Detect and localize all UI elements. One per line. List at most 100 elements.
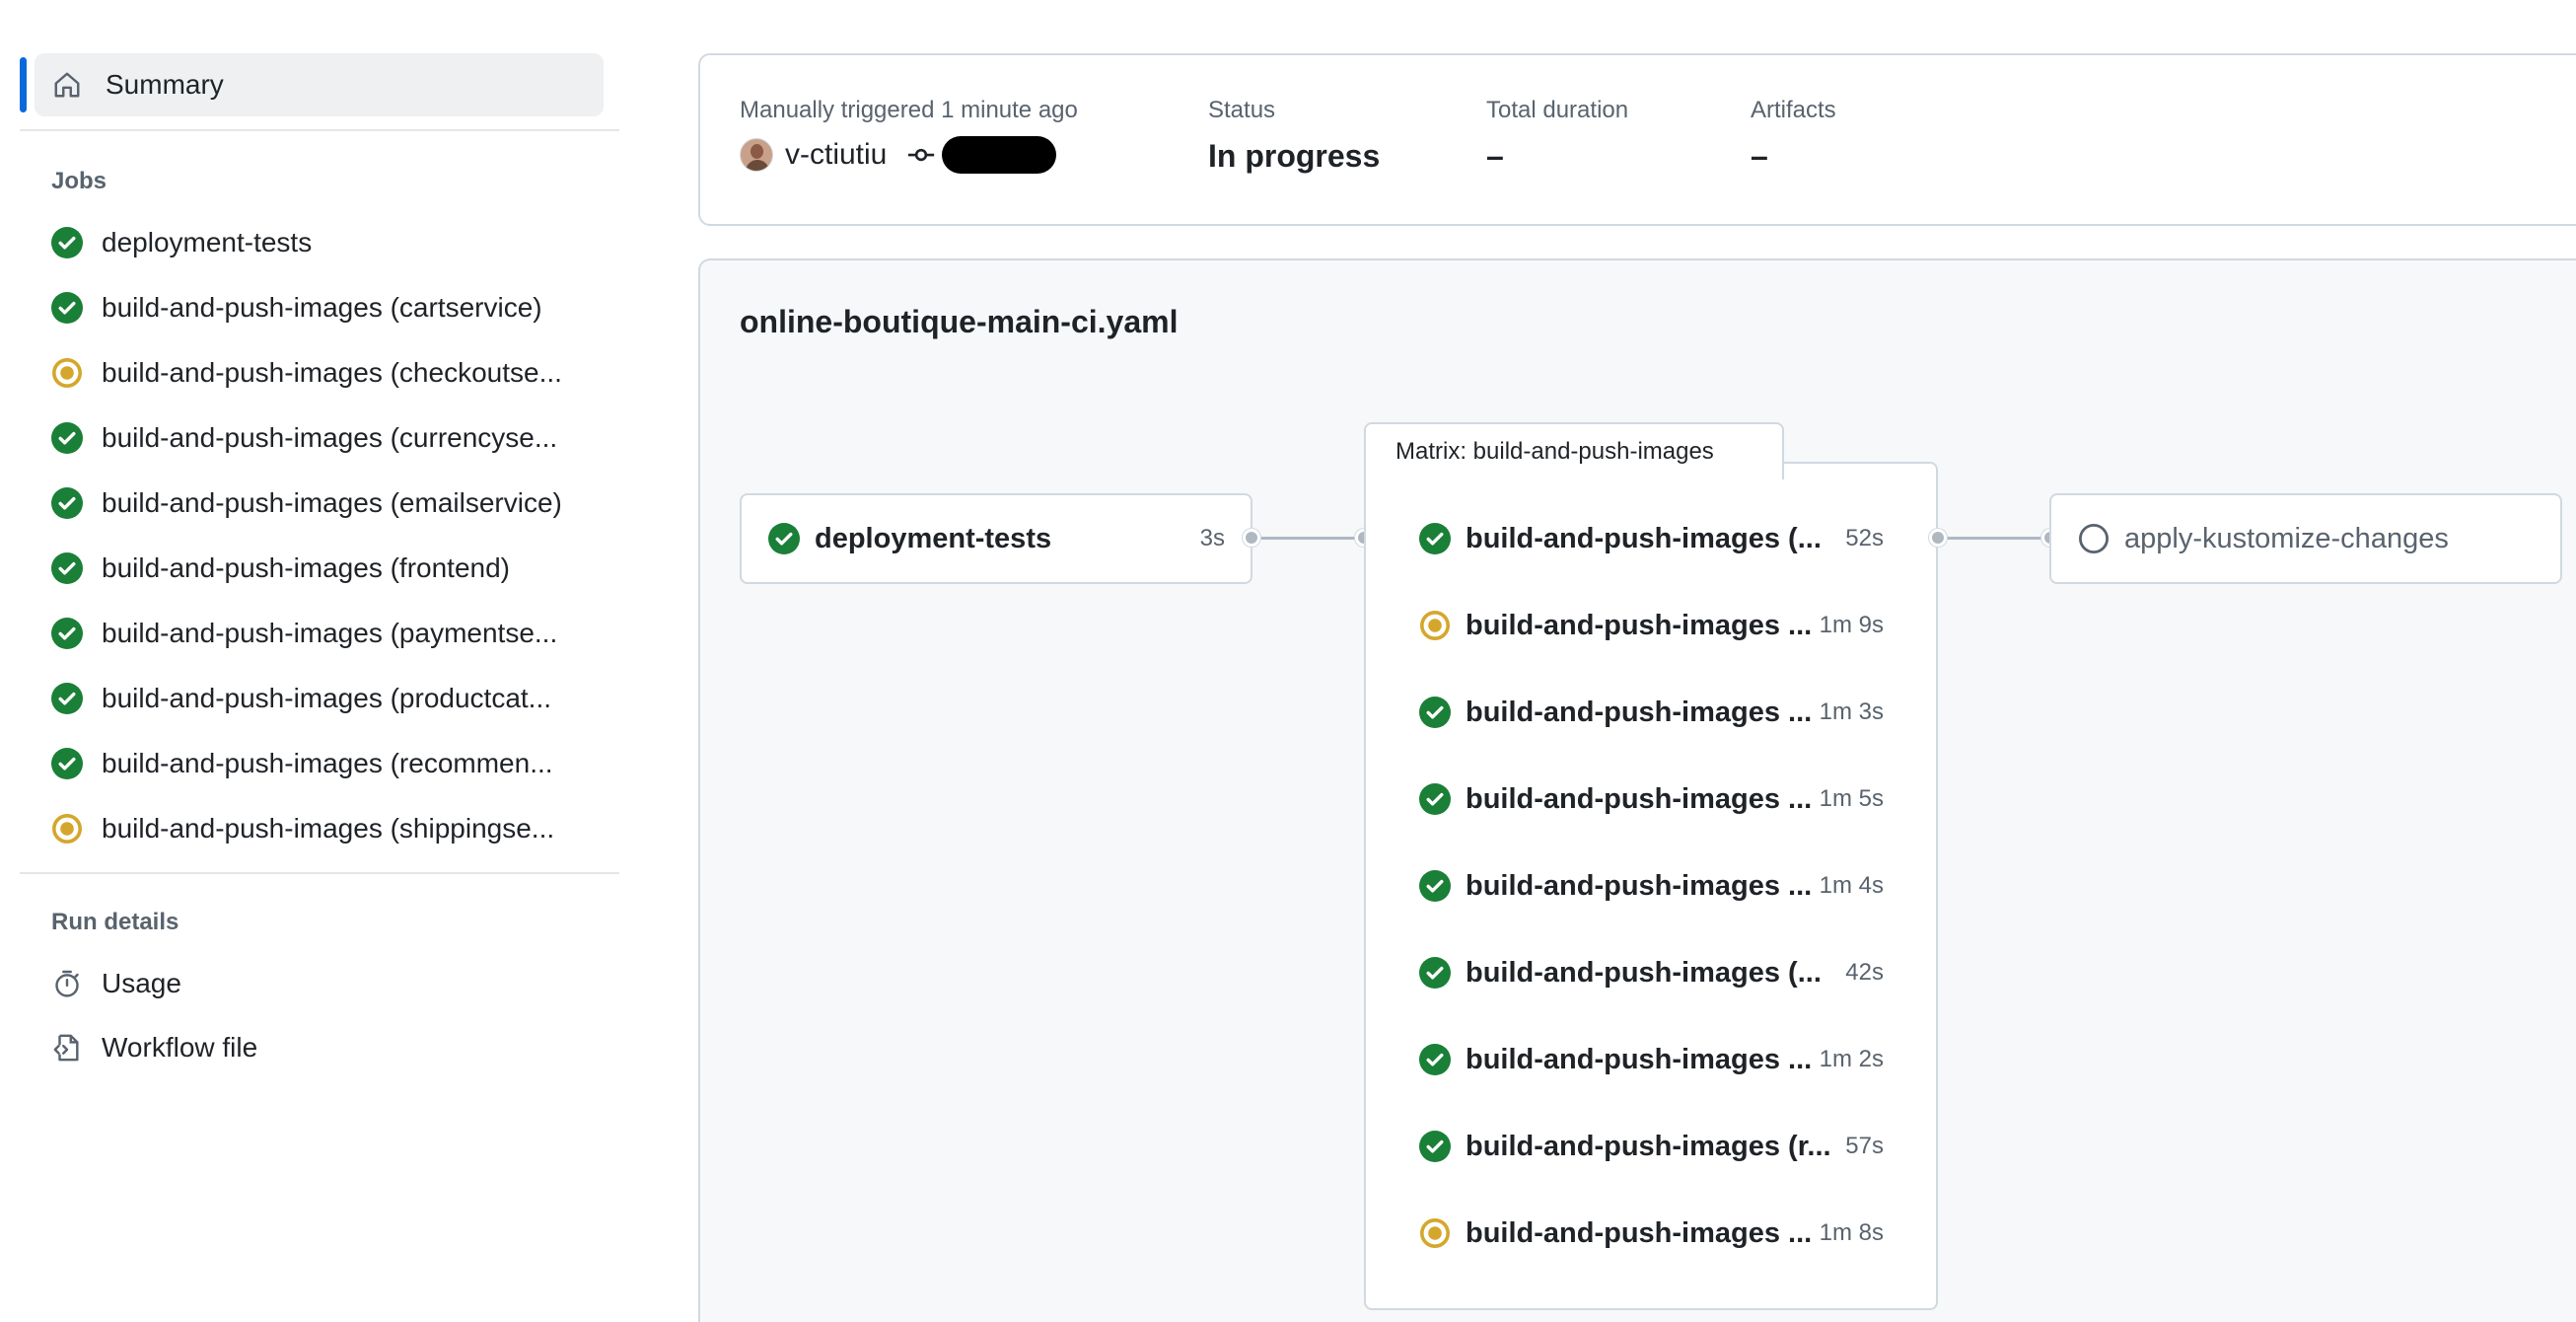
stopwatch-icon xyxy=(50,967,84,1000)
success-icon xyxy=(1418,782,1452,816)
git-commit-icon xyxy=(904,138,938,172)
matrix-job-label: build-and-push-images ... xyxy=(1466,696,1813,728)
sidebar-item-job[interactable]: build-and-push-images (productcat... xyxy=(35,671,604,726)
artifacts-caption: Artifacts xyxy=(1751,97,1836,123)
sidebar-item-job[interactable]: build-and-push-images (cartservice) xyxy=(35,280,604,335)
matrix-job-duration: 1m 9s xyxy=(1819,612,1884,638)
matrix-job-duration: 1m 4s xyxy=(1819,872,1884,899)
sidebar-item-label: deployment-tests xyxy=(102,227,313,257)
sidebar-item-job[interactable]: build-and-push-images (paymentse... xyxy=(35,606,604,661)
in-progress-icon xyxy=(50,812,84,845)
matrix-job-label: build-and-push-images (r... xyxy=(1466,1130,1831,1162)
success-icon xyxy=(50,747,84,780)
sidebar-item-job[interactable]: build-and-push-images (frontend) xyxy=(35,541,604,596)
actor-link[interactable]: v-ctiutiu xyxy=(785,138,887,172)
sidebar-item-label: build-and-push-images (recommen... xyxy=(102,748,553,778)
sidebar-item-label: build-and-push-images (currencyse... xyxy=(102,422,558,453)
duration-value: – xyxy=(1486,138,1504,174)
success-icon xyxy=(50,421,84,455)
sidebar-item-job[interactable]: build-and-push-images (emailservice) xyxy=(35,476,604,531)
success-icon xyxy=(50,617,84,650)
duration-info: Total duration – xyxy=(1486,97,1628,175)
matrix-job-row[interactable]: build-and-push-images ... 1m 5s xyxy=(1418,774,1884,824)
matrix-job-label: build-and-push-images ... xyxy=(1466,609,1813,641)
matrix-job-duration: 42s xyxy=(1845,959,1884,986)
matrix-job-row[interactable]: build-and-push-images (r... 57s xyxy=(1418,1122,1884,1171)
matrix-job-row[interactable]: build-and-push-images ... 1m 2s xyxy=(1418,1035,1884,1084)
matrix-job-row[interactable]: build-and-push-images ... 1m 9s xyxy=(1418,601,1884,650)
jobs-heading: Jobs xyxy=(51,168,107,194)
success-icon xyxy=(50,226,84,259)
sidebar-item-job[interactable]: build-and-push-images (currencyse... xyxy=(35,410,604,466)
matrix-title: Matrix: build-and-push-images xyxy=(1364,422,1784,479)
sidebar-item-label: Usage xyxy=(102,968,181,998)
success-icon xyxy=(50,682,84,715)
status-info: Status In progress xyxy=(1208,97,1380,175)
home-icon xyxy=(50,68,84,102)
matrix-job-row[interactable]: build-and-push-images ... 1m 8s xyxy=(1418,1209,1884,1258)
matrix-job-row[interactable]: build-and-push-images (... 42s xyxy=(1418,948,1884,997)
sidebar-item-job[interactable]: build-and-push-images (checkoutse... xyxy=(35,345,604,401)
matrix-job-duration: 52s xyxy=(1845,525,1884,551)
actor: v-ctiutiu xyxy=(740,136,1078,174)
trigger-caption: Manually triggered 1 minute ago xyxy=(740,97,1078,123)
run-details-heading: Run details xyxy=(51,909,179,935)
in-progress-icon xyxy=(50,356,84,390)
summary-active-indicator xyxy=(20,57,27,112)
sidebar-item-label: build-and-push-images (paymentse... xyxy=(102,618,558,648)
sidebar-item-label: Summary xyxy=(106,69,224,100)
sidebar-item-label: build-and-push-images (emailservice) xyxy=(102,487,562,518)
in-progress-icon xyxy=(1418,609,1452,642)
job-node-label: apply-kustomize-changes xyxy=(2124,522,2449,554)
sidebar-item-summary[interactable]: Summary xyxy=(35,53,604,116)
in-progress-icon xyxy=(1418,1216,1452,1250)
matrix-job-duration: 1m 3s xyxy=(1819,698,1884,725)
sidebar-item-workflow-file[interactable]: Workflow file xyxy=(35,1020,604,1075)
job-node-label: deployment-tests xyxy=(815,522,1052,554)
success-icon xyxy=(50,486,84,520)
artifacts-info: Artifacts – xyxy=(1751,97,1836,175)
success-icon xyxy=(1418,1043,1452,1076)
matrix-job-duration: 57s xyxy=(1845,1133,1884,1159)
status-caption: Status xyxy=(1208,97,1276,123)
matrix-job-label: build-and-push-images ... xyxy=(1466,1043,1813,1075)
divider xyxy=(20,872,619,874)
sidebar-item-label: build-and-push-images (shippingse... xyxy=(102,813,555,844)
matrix-job-row[interactable]: build-and-push-images (... 52s xyxy=(1418,514,1884,563)
file-code-icon xyxy=(50,1031,84,1065)
job-node-apply-kustomize-changes[interactable]: apply-kustomize-changes xyxy=(2049,493,2562,584)
matrix-job-row[interactable]: build-and-push-images ... 1m 3s xyxy=(1418,688,1884,737)
matrix-job-row[interactable]: build-and-push-images ... 1m 4s xyxy=(1418,861,1884,911)
trigger-info: Manually triggered 1 minute ago v-ctiuti… xyxy=(740,97,1078,174)
success-icon xyxy=(1418,696,1452,729)
success-icon xyxy=(1418,522,1452,555)
sidebar-item-job[interactable]: build-and-push-images (recommen... xyxy=(35,736,604,791)
success-icon xyxy=(50,291,84,325)
workflow-title: online-boutique-main-ci.yaml xyxy=(740,304,1179,339)
matrix-job-duration: 1m 8s xyxy=(1819,1219,1884,1246)
duration-caption: Total duration xyxy=(1486,97,1629,123)
queued-icon xyxy=(2077,522,2111,555)
job-node-duration: 3s xyxy=(1199,525,1225,551)
matrix-job-duration: 1m 5s xyxy=(1819,785,1884,812)
sidebar-item-label: Workflow file xyxy=(102,1032,258,1063)
matrix-job-label: build-and-push-images ... xyxy=(1466,869,1813,902)
sidebar-item-job[interactable]: build-and-push-images (shippingse... xyxy=(35,801,604,856)
matrix-job-label: build-and-push-images ... xyxy=(1466,782,1813,815)
success-icon xyxy=(1418,956,1452,990)
avatar[interactable] xyxy=(740,138,773,172)
success-icon xyxy=(767,522,801,555)
success-icon xyxy=(50,551,84,585)
run-info-card: Manually triggered 1 minute ago v-ctiuti… xyxy=(698,53,2576,226)
matrix-job-label: build-and-push-images ... xyxy=(1466,1216,1813,1249)
sidebar-item-usage[interactable]: Usage xyxy=(35,956,604,1011)
job-node-deployment-tests[interactable]: deployment-tests 3s xyxy=(740,493,1252,584)
matrix-job-label: build-and-push-images (... xyxy=(1466,522,1822,554)
status-value: In progress xyxy=(1208,138,1381,174)
artifacts-value: – xyxy=(1751,138,1768,174)
graph-connector xyxy=(1938,537,2049,540)
sidebar-item-job[interactable]: deployment-tests xyxy=(35,215,604,270)
sidebar-item-label: build-and-push-images (frontend) xyxy=(102,552,510,583)
graph-connector xyxy=(1252,537,1364,540)
commit-sha-redacted[interactable] xyxy=(942,136,1057,174)
